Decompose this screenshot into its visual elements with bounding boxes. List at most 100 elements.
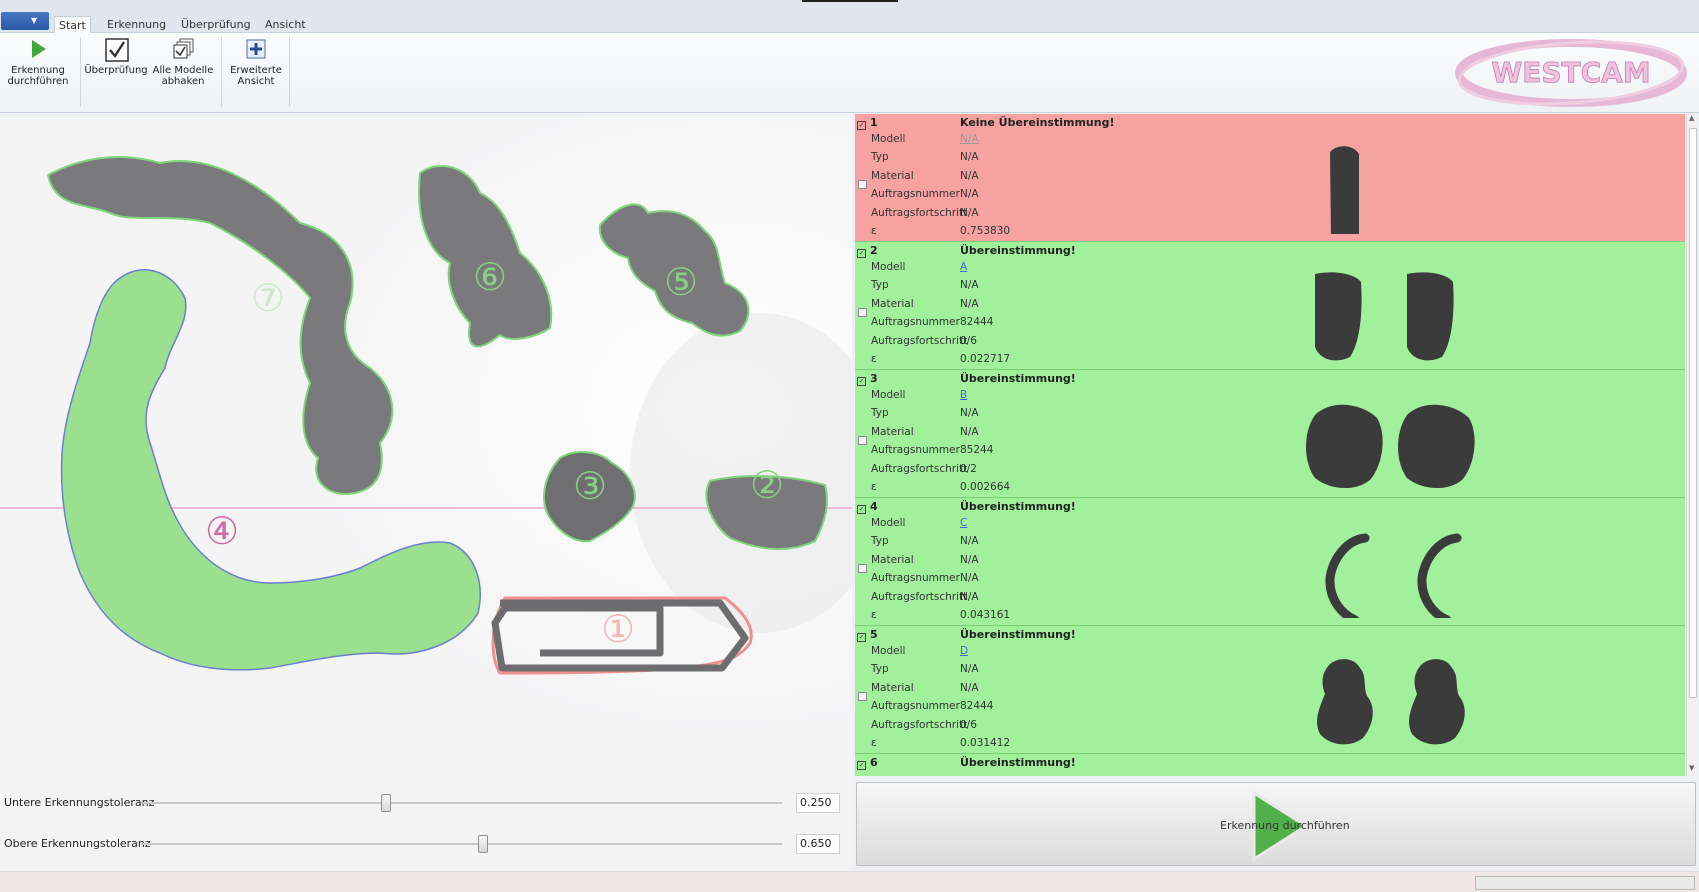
field-value: N/A bbox=[960, 407, 979, 419]
field-label: Material bbox=[871, 682, 914, 694]
field-label: Modell bbox=[871, 133, 906, 145]
result-checkbox[interactable] bbox=[858, 436, 867, 445]
result-4-thumbnails bbox=[1325, 533, 1462, 618]
field-label: Typ bbox=[871, 663, 889, 675]
ribbon-tab-bar: ▼ Start Erkennung Überprüfung Ansicht bbox=[0, 12, 1699, 34]
field-label: Modell bbox=[871, 645, 906, 657]
field-label: Auftragsfortschritt bbox=[871, 207, 968, 219]
result-status: Übereinstimmung! bbox=[960, 628, 1076, 641]
result-checkbox[interactable] bbox=[858, 308, 867, 317]
field-label: Material bbox=[871, 426, 914, 438]
model-link[interactable]: A bbox=[960, 261, 1080, 273]
model-link[interactable]: B bbox=[960, 389, 1080, 401]
result-checkbox[interactable] bbox=[858, 180, 867, 189]
result-status: Übereinstimmung! bbox=[960, 500, 1076, 513]
advanced-view-label: Erweiterte Ansicht bbox=[230, 65, 282, 87]
checked-box-icon[interactable]: ✓ bbox=[857, 121, 866, 130]
field-label: ε bbox=[871, 481, 877, 493]
results-scrollbar[interactable]: ▲ ▼ bbox=[1686, 114, 1698, 776]
model-link[interactable]: D bbox=[960, 645, 1080, 657]
result-number: ✓ 5 bbox=[857, 628, 878, 642]
field-label: Modell bbox=[871, 517, 906, 529]
multi-checkbox-icon bbox=[171, 37, 195, 61]
plus-window-icon bbox=[244, 37, 268, 61]
upper-tolerance-value[interactable]: 0.650 bbox=[796, 834, 840, 854]
field-value: N/A bbox=[960, 188, 979, 200]
field-value: 82444 bbox=[960, 316, 994, 328]
check-button[interactable]: Überprüfung bbox=[84, 37, 148, 76]
lower-tolerance-row: Untere Erkennungstoleranz 0.250 bbox=[0, 793, 852, 813]
field-value: N/A bbox=[960, 207, 979, 219]
result-entry-1[interactable]: ✓ 1 Keine Übereinstimmung! Modell N/A Typ N… bbox=[855, 114, 1685, 242]
check-all-button[interactable]: Alle Modelle abhaken bbox=[150, 37, 216, 87]
result-number: ✓ 4 bbox=[857, 500, 878, 514]
field-label: ε bbox=[871, 225, 877, 237]
lower-tolerance-track[interactable] bbox=[141, 794, 782, 812]
field-label: ε bbox=[871, 737, 877, 749]
upper-tolerance-thumb[interactable] bbox=[478, 835, 488, 853]
scan-image: ① ② ③ ④ ⑤ ⑥ ⑦ bbox=[0, 113, 852, 773]
tab-ueberpruefung[interactable]: Überprüfung bbox=[177, 16, 255, 34]
checkbox-icon bbox=[104, 37, 129, 62]
field-label: Auftragsfortschritt bbox=[871, 335, 968, 347]
advanced-view-button[interactable]: Erweiterte Ansicht bbox=[226, 37, 286, 87]
tab-start[interactable]: Start bbox=[54, 16, 91, 34]
scroll-up-icon[interactable]: ▲ bbox=[1689, 114, 1694, 122]
checked-box-icon[interactable]: ✓ bbox=[857, 505, 866, 514]
tab-ansicht[interactable]: Ansicht bbox=[261, 16, 310, 34]
model-link[interactable]: N/A bbox=[960, 133, 1080, 145]
upper-tolerance-track[interactable] bbox=[141, 835, 782, 853]
result-status: Übereinstimmung! bbox=[960, 756, 1076, 769]
object-4-label: ④ bbox=[205, 509, 239, 553]
logo-text: WESTCAM bbox=[1491, 56, 1650, 89]
field-value: N/A bbox=[960, 426, 979, 438]
result-checkbox[interactable] bbox=[858, 692, 867, 701]
field-value: N/A bbox=[960, 535, 979, 547]
result-entry-5[interactable]: ✓ 5 Übereinstimmung! Modell D Typ N/A Mater… bbox=[855, 626, 1685, 754]
result-checkbox[interactable] bbox=[858, 564, 867, 573]
field-label: Modell bbox=[871, 261, 906, 273]
checked-box-icon[interactable]: ✓ bbox=[857, 249, 866, 258]
result-status: Übereinstimmung! bbox=[960, 372, 1076, 385]
result-status: Keine Übereinstimmung! bbox=[960, 116, 1115, 129]
run-detection-button[interactable]: Erkennung durchführen bbox=[6, 37, 70, 87]
field-value: 0/2 bbox=[960, 463, 977, 475]
field-value: 0/6 bbox=[960, 335, 977, 347]
lower-tolerance-thumb[interactable] bbox=[381, 794, 391, 812]
ribbon-separator bbox=[80, 37, 81, 107]
field-value: 0.753830 bbox=[960, 225, 1011, 237]
title-indicator bbox=[802, 0, 898, 2]
field-value: N/A bbox=[960, 170, 979, 182]
field-value: N/A bbox=[960, 572, 979, 584]
field-value: 0.043161 bbox=[960, 609, 1011, 621]
field-value: 82444 bbox=[960, 700, 994, 712]
field-label: Auftragsfortschritt bbox=[871, 591, 968, 603]
application-menu-button[interactable]: ▼ bbox=[1, 12, 49, 30]
model-link[interactable]: C bbox=[960, 517, 1080, 529]
object-1-label: ① bbox=[601, 607, 635, 651]
result-entry-6[interactable]: ✓ 6 Übereinstimmung! bbox=[855, 754, 1685, 776]
checked-box-icon[interactable]: ✓ bbox=[857, 633, 866, 642]
field-value: N/A bbox=[960, 279, 979, 291]
result-entry-4[interactable]: ✓ 4 Übereinstimmung! Modell C Typ N/A Mater… bbox=[855, 498, 1685, 626]
scroll-down-icon[interactable]: ▼ bbox=[1689, 764, 1694, 772]
lower-tolerance-value[interactable]: 0.250 bbox=[796, 793, 840, 813]
field-label: ε bbox=[871, 353, 877, 365]
checked-box-icon[interactable]: ✓ bbox=[857, 761, 866, 770]
scrollbar-thumb[interactable] bbox=[1689, 128, 1697, 698]
result-entry-2[interactable]: ✓ 2 Übereinstimmung! Modell A Typ N/A Mater… bbox=[855, 242, 1685, 370]
tab-erkennung[interactable]: Erkennung bbox=[103, 16, 170, 34]
run-detection-label: Erkennung durchführen bbox=[7, 65, 69, 87]
object-6-label: ⑥ bbox=[473, 255, 507, 299]
field-label: Typ bbox=[871, 535, 889, 547]
field-label: Auftragsnummer bbox=[871, 572, 960, 584]
run-detection-panel-button[interactable]: Erkennung durchführen bbox=[856, 782, 1696, 866]
field-value: N/A bbox=[960, 591, 979, 603]
detection-canvas[interactable]: ① ② ③ ④ ⑤ ⑥ ⑦ bbox=[0, 113, 852, 773]
object-2-label: ② bbox=[750, 463, 784, 507]
checked-box-icon[interactable]: ✓ bbox=[857, 377, 866, 386]
status-bar bbox=[0, 871, 1699, 892]
field-label: Modell bbox=[871, 389, 906, 401]
result-entry-3[interactable]: ✓ 3 Übereinstimmung! Modell B Typ N/A Mater… bbox=[855, 370, 1685, 498]
field-value: N/A bbox=[960, 682, 979, 694]
